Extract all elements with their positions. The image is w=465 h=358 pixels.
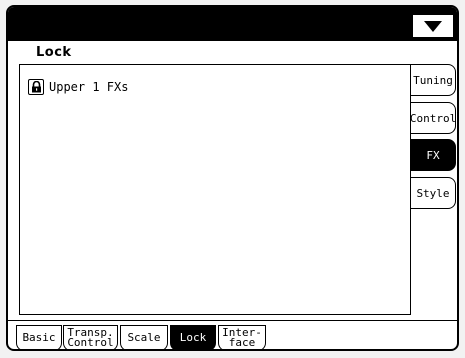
tab-transp-control-label: Transp. Control: [67, 327, 114, 349]
tab-basic-label: Basic: [22, 331, 56, 344]
tab-control[interactable]: Control: [410, 102, 456, 134]
tab-interface-line2: face: [228, 336, 256, 349]
lock-item-upper1-fxs[interactable]: Upper 1 FXs: [28, 79, 128, 95]
tab-tuning-label: Tuning: [413, 73, 453, 87]
tab-tuning[interactable]: Tuning: [410, 64, 456, 96]
tab-style-label: Style: [416, 186, 450, 200]
tab-transp-control-line2: Control: [67, 336, 114, 349]
tab-control-label: Control: [409, 111, 457, 125]
page-title: Lock: [36, 45, 72, 60]
page-menu-button[interactable]: [411, 13, 455, 39]
tab-style[interactable]: Style: [410, 177, 456, 209]
tab-fx[interactable]: FX: [410, 139, 456, 171]
tab-scale[interactable]: Scale: [120, 325, 168, 349]
triangle-down-icon: [424, 20, 442, 32]
title-bar: [8, 7, 457, 41]
tab-basic[interactable]: Basic: [16, 325, 62, 349]
main-window: Lock Upper 1 FXs Tuning Control FX Style…: [6, 5, 459, 351]
lock-item-label: Upper 1 FXs: [49, 80, 129, 94]
tab-interface-label: Inter- face: [222, 327, 262, 349]
lock-list-panel: Upper 1 FXs: [19, 64, 411, 315]
tab-transp-control[interactable]: Transp. Control: [63, 325, 118, 349]
tab-fx-label: FX: [426, 148, 440, 162]
tab-scale-label: Scale: [127, 331, 161, 344]
bottom-tab-divider: [8, 320, 457, 321]
tab-interface[interactable]: Inter- face: [218, 325, 266, 349]
tab-lock[interactable]: Lock: [170, 325, 216, 349]
padlock-icon[interactable]: [28, 79, 44, 95]
tab-lock-label: Lock: [179, 331, 207, 344]
